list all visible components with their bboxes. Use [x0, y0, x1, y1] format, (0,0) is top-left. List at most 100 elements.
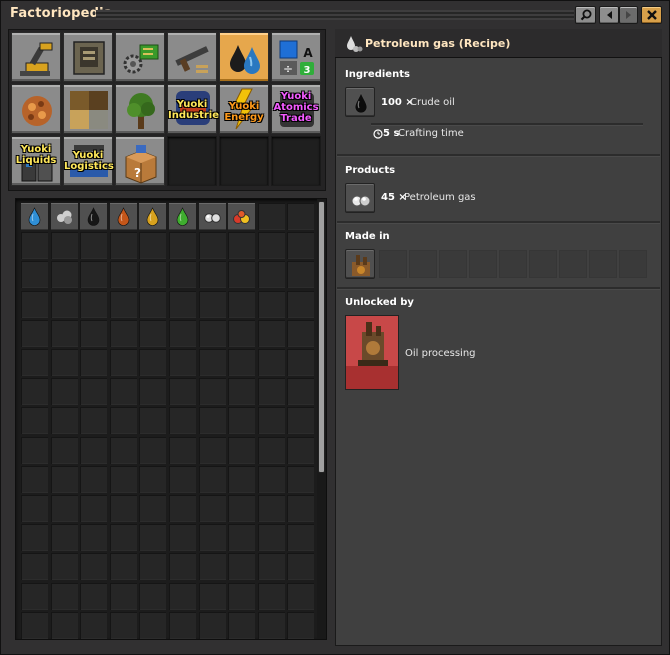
empty-item-slot [257, 378, 285, 406]
empty-item-slot [198, 436, 226, 464]
oil-processing-technology[interactable] [345, 315, 399, 390]
empty-item-slot [50, 290, 78, 318]
tab-production[interactable] [63, 32, 113, 82]
tab-empty [219, 136, 269, 186]
environment-tree-icon [127, 93, 155, 129]
product-name: Petroleum gas [404, 192, 476, 203]
item-slot[interactable] [80, 203, 108, 230]
tab-logistics[interactable] [11, 32, 61, 82]
empty-item-slot [257, 495, 285, 522]
item-slot[interactable] [198, 203, 226, 230]
empty-item-slot [287, 465, 315, 493]
empty-item-slot [169, 378, 196, 406]
tab-yuoki-industries[interactable]: Yuoki Industries [167, 84, 225, 134]
product-slot[interactable] [345, 183, 375, 213]
tab-yuoki-logistics[interactable]: Yuoki Logistics [63, 136, 114, 186]
empty-item-slot [287, 349, 315, 376]
empty-item-slot [21, 319, 48, 347]
tab-yuoki-energy[interactable]: Yuoki Energy [219, 84, 269, 134]
empty-item-slot [139, 436, 167, 464]
empty-item-slot [169, 319, 196, 347]
crafting-time-label: Crafting time [398, 128, 464, 139]
empty-item-slot [21, 290, 48, 318]
empty-item-slot [21, 407, 48, 435]
empty-item-slot [169, 261, 196, 289]
empty-item-slot [257, 465, 285, 493]
empty-item-slot [80, 319, 108, 347]
tab-fluids[interactable] [219, 32, 269, 82]
empty-item-slot [50, 465, 78, 493]
tab-signals[interactable]: ÷ A 3 [271, 32, 321, 82]
item-slot[interactable] [169, 203, 196, 230]
tab-yuoki-atomics-trade[interactable]: Yuoki Atomics Trade [271, 84, 321, 134]
unlocked-by-heading: Unlocked by [345, 297, 414, 308]
made-in-empty-slot [439, 250, 467, 278]
water-drop-icon [28, 207, 41, 226]
divider [337, 287, 660, 289]
empty-item-slot [257, 407, 285, 435]
made-in-heading: Made in [345, 231, 390, 242]
scrollbar-thumb[interactable] [318, 201, 325, 473]
empty-item-slot [21, 261, 48, 289]
empty-item-slot [109, 232, 137, 260]
empty-item-slot [228, 582, 256, 610]
item-slot[interactable] [109, 203, 137, 230]
empty-item-slot [109, 349, 137, 376]
made-in-empty-slot [379, 250, 407, 278]
empty-item-slot [169, 407, 196, 435]
empty-item-slot [287, 553, 315, 581]
empty-item-slot [257, 261, 285, 289]
clock-icon [373, 129, 383, 139]
back-button[interactable] [599, 6, 619, 24]
titlebar-drag-handle[interactable] [96, 10, 574, 20]
empty-item-slot [139, 378, 167, 406]
tab-yuoki-liquids[interactable]: Yuoki Liquids [11, 136, 61, 186]
empty-item-slot [169, 436, 196, 464]
combat-gun-icon [175, 46, 209, 73]
item-slot[interactable] [50, 203, 78, 230]
empty-item-slot [139, 319, 167, 347]
empty-item-slot [228, 378, 256, 406]
empty-item-slot [287, 290, 315, 318]
divider [337, 154, 660, 156]
item-slot[interactable] [21, 203, 48, 230]
tab-tiles[interactable] [63, 84, 113, 134]
made-in-empty-slot [589, 250, 617, 278]
item-slot[interactable] [228, 203, 256, 230]
made-in-empty-slot [529, 250, 557, 278]
empty-item-slot [169, 611, 196, 639]
search-button[interactable] [575, 6, 596, 24]
tab-enemies[interactable] [11, 84, 61, 134]
empty-item-slot [228, 553, 256, 581]
made-in-oil-refinery[interactable] [345, 249, 375, 279]
tab-combat[interactable] [167, 32, 217, 82]
ingredient-slot[interactable] [345, 87, 375, 117]
empty-item-slot [139, 553, 167, 581]
intermediate-gears-circuit-icon [123, 44, 159, 74]
empty-item-slot [169, 582, 196, 610]
empty-item-slot [50, 553, 78, 581]
forward-button[interactable] [619, 6, 638, 24]
empty-item-slot [139, 611, 167, 639]
ingredients-heading: Ingredients [345, 69, 410, 80]
svg-text:÷: ÷ [283, 62, 293, 76]
empty-item-slot [257, 582, 285, 610]
products-heading: Products [345, 165, 396, 176]
tab-intermediate-products[interactable] [115, 32, 165, 82]
empty-item-slot [50, 495, 78, 522]
tab-environment[interactable] [115, 84, 165, 134]
empty-item-slot [169, 349, 196, 376]
lubricant-drop-icon [176, 207, 189, 226]
ingredient-name: Crude oil [410, 97, 455, 108]
empty-item-slot [80, 495, 108, 522]
empty-item-slot [257, 203, 285, 230]
empty-item-slot [228, 524, 256, 552]
item-slot[interactable] [139, 203, 167, 230]
close-button[interactable] [641, 6, 662, 24]
tab-unsorted[interactable]: ? [115, 136, 165, 186]
category-label: Yuoki Industries [168, 99, 225, 121]
empty-item-slot [257, 232, 285, 260]
empty-item-slot [198, 611, 226, 639]
empty-item-slot [139, 232, 167, 260]
empty-item-slot [228, 261, 256, 289]
